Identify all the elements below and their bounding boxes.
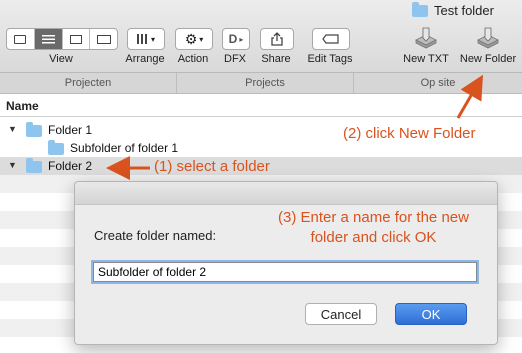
cancel-button[interactable]: Cancel <box>305 303 377 325</box>
ok-button[interactable]: OK <box>395 303 467 325</box>
annotation-step3-line2: folder and click OK <box>310 229 437 246</box>
annotation-step3-line1: (3) Enter a name for the new <box>278 209 469 226</box>
dialog-title-bar[interactable] <box>75 182 497 205</box>
dialog-prompt: Create folder named: <box>94 228 217 243</box>
folder-name-input[interactable] <box>93 262 477 282</box>
annotation-step3: (3) Enter a name for the new folder and … <box>256 208 491 248</box>
create-folder-dialog: (3) Enter a name for the new folder and … <box>74 181 498 345</box>
arrow-step2 <box>456 74 484 119</box>
